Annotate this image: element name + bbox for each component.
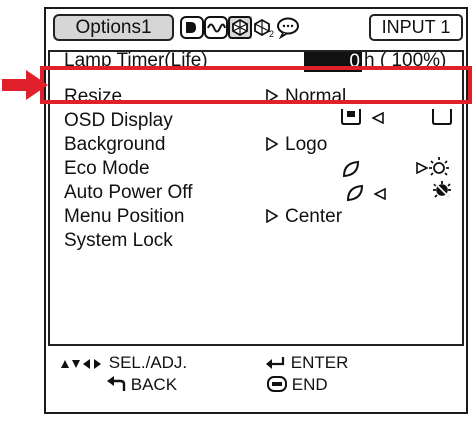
current-tab-label[interactable]: Options1: [53, 14, 174, 41]
menu-list: Lamp Timer(Life) 0 h ( 100%) Resize Norm…: [48, 50, 464, 346]
enter-label: ENTER: [290, 353, 349, 372]
select-arrow-icon: [416, 162, 428, 174]
menu-item-background[interactable]: Background: [64, 133, 165, 157]
back-key-icon: [107, 376, 126, 391]
menu-position-value[interactable]: Center: [266, 205, 342, 229]
picture-tab-icon[interactable]: [180, 16, 204, 39]
menu-footer: SEL./ADJ. ENTER BACK END: [46, 349, 466, 412]
background-value-text: Logo: [285, 134, 328, 155]
footer-end: END: [267, 374, 328, 396]
signal-tab-icon[interactable]: [204, 16, 228, 39]
auto-off-leaf-icon[interactable]: [346, 184, 364, 202]
menu-item-label: Resize: [64, 86, 123, 107]
menu-item-resize[interactable]: Resize: [64, 85, 122, 109]
select-arrow-icon: [266, 89, 278, 103]
footer-sel-adj: SEL./ADJ.: [60, 352, 187, 374]
enter-key-icon: [266, 357, 285, 369]
input-indicator: INPUT 1: [369, 14, 463, 41]
menu-position-value-text: Center: [285, 206, 343, 227]
pointer-arrow-icon: [2, 70, 48, 100]
menu-item-system-lock[interactable]: System Lock: [64, 229, 173, 253]
end-label: END: [291, 375, 328, 394]
background-value[interactable]: Logo: [266, 133, 327, 157]
menu-item-label: Lamp Timer(Life): [64, 50, 208, 71]
menu-item-label: Eco Mode: [64, 158, 150, 179]
menu-header: Options1 2 INPUT 1: [46, 9, 466, 49]
menu-item-auto-power-off[interactable]: Auto Power Off: [64, 181, 193, 205]
select-arrow-icon: [266, 137, 278, 151]
osd-on-icon[interactable]: [340, 109, 362, 125]
footer-back: BACK: [106, 374, 177, 396]
auto-off-disabled-icon[interactable]: [432, 180, 452, 200]
eco-leaf-icon[interactable]: [342, 160, 360, 178]
select-arrow-icon: [374, 188, 386, 200]
menu-item-eco-mode[interactable]: Eco Mode: [64, 157, 150, 181]
menu-item-label: Background: [64, 134, 166, 155]
end-key-icon: [267, 376, 287, 392]
resize-value-text: Normal: [285, 86, 347, 107]
options1-tab-icon[interactable]: [228, 16, 252, 39]
osd-off-icon[interactable]: [431, 109, 453, 125]
menu-item-label: Menu Position: [64, 206, 185, 227]
menu-item-menu-position[interactable]: Menu Position: [64, 205, 184, 229]
back-label: BACK: [130, 375, 178, 394]
menu-item-label: OSD Display: [64, 110, 173, 131]
menu-item-label: Auto Power Off: [64, 182, 193, 203]
menu-item-osd-display[interactable]: OSD Display: [64, 109, 173, 133]
standard-lamp-icon[interactable]: [428, 156, 450, 178]
options2-tab-icon[interactable]: 2: [252, 16, 276, 39]
footer-enter: ENTER: [264, 352, 348, 374]
lamp-hours-value: 0: [304, 52, 362, 72]
svg-text:2: 2: [269, 29, 274, 39]
lamp-life-percent: h ( 100%): [364, 50, 447, 71]
menu-item-label: System Lock: [64, 230, 173, 251]
direction-keys-icon: [61, 359, 101, 369]
resize-value[interactable]: Normal: [266, 85, 346, 109]
projector-menu-frame: Options1 2 INPUT 1 Lamp Timer(Life) 0 h …: [44, 7, 468, 414]
select-arrow-icon: [266, 209, 278, 223]
select-arrow-icon: [372, 112, 384, 124]
menu-item-lamp-timer[interactable]: Lamp Timer(Life): [64, 49, 208, 73]
sel-adj-label: SEL./ADJ.: [108, 353, 188, 372]
language-tab-icon[interactable]: [276, 16, 300, 39]
